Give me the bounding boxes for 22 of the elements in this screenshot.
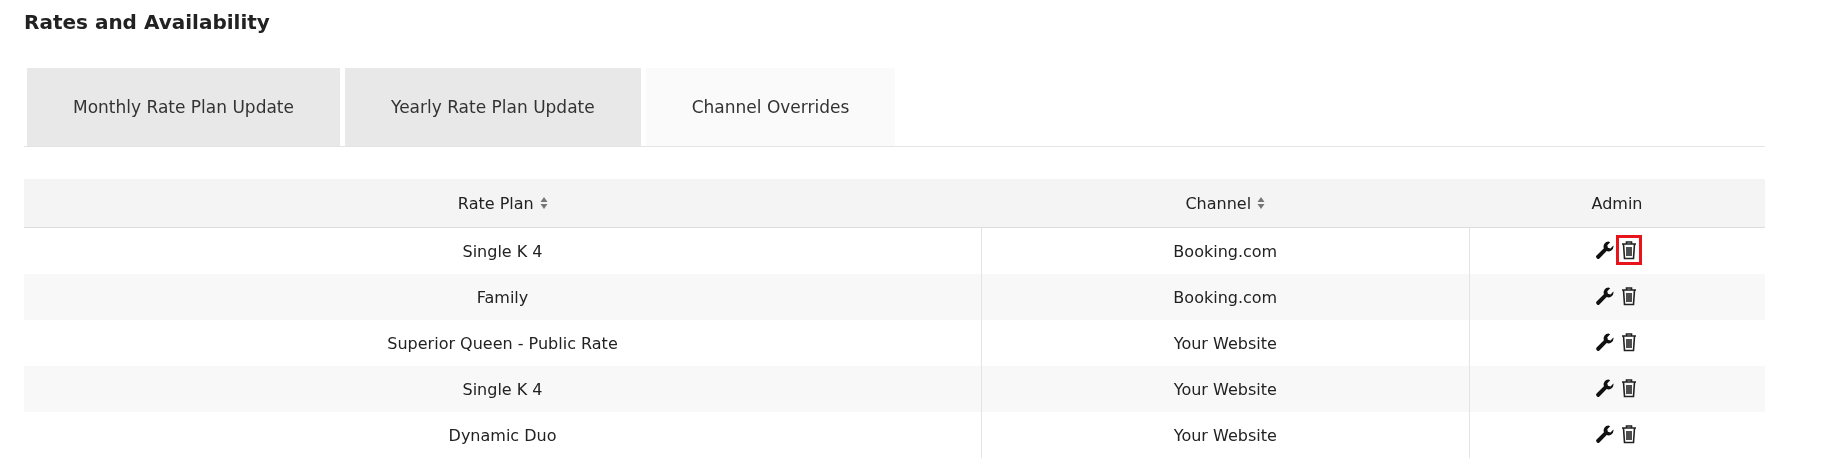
sort-icon[interactable] (539, 196, 548, 210)
column-header[interactable]: Rate Plan (24, 179, 982, 228)
tab[interactable]: Channel Overrides (645, 68, 896, 146)
tab[interactable]: Yearly Rate Plan Update (345, 68, 641, 146)
trash-icon (1621, 378, 1638, 398)
tab[interactable]: Monthly Rate Plan Update (27, 68, 340, 146)
table-cell: Dynamic Duo (24, 412, 982, 458)
trash-icon (1621, 240, 1638, 260)
wrench-icon[interactable] (1595, 424, 1616, 444)
wrench-icon[interactable] (1595, 240, 1616, 260)
sort-icon[interactable] (1257, 196, 1266, 210)
trash-icon (1621, 424, 1638, 444)
wrench-icon[interactable] (1595, 332, 1616, 352)
column-header: Admin (1469, 179, 1765, 228)
wrench-icon[interactable] (1595, 378, 1616, 398)
wrench-icon[interactable] (1595, 286, 1616, 306)
trash-icon (1621, 332, 1638, 352)
delete-button[interactable] (1619, 238, 1640, 262)
trash-icon (1621, 286, 1638, 306)
table-cell: Your Website (981, 412, 1469, 458)
page-title: Rates and Availability (24, 10, 271, 34)
column-header[interactable]: Channel (981, 179, 1469, 228)
